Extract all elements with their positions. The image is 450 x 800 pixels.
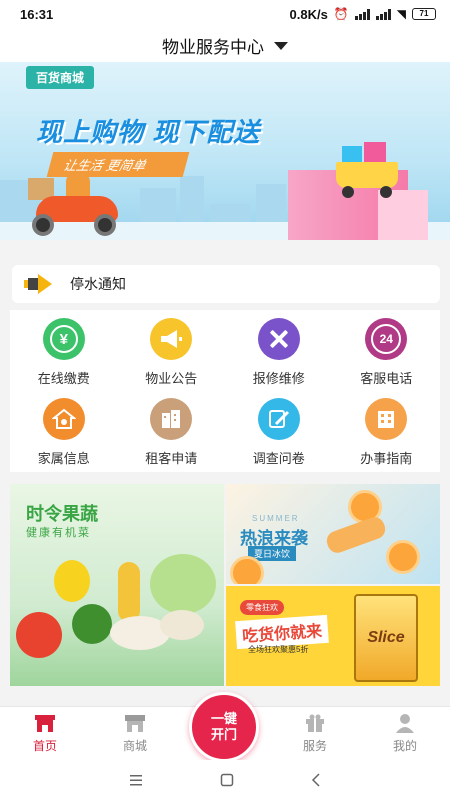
nav-label: 商城	[122, 739, 147, 753]
nav-home[interactable]: 首页	[0, 707, 90, 760]
app-screen: 16:31 0.8K/s ⏰ ◥ 71 物业服务中心 百货商城 现上购物 现下配…	[0, 0, 450, 800]
banner-tag: 百货商城	[26, 66, 95, 89]
system-nav-bar	[0, 760, 450, 800]
menu-icon[interactable]	[128, 774, 144, 786]
shopping-cart-icon	[330, 142, 404, 198]
pencil-icon	[257, 398, 300, 440]
store-icon	[125, 715, 145, 732]
nav-label: 服务	[302, 739, 327, 753]
megaphone-icon	[150, 318, 193, 360]
building-icon	[150, 398, 193, 440]
house-heart-icon	[42, 398, 85, 440]
broccoli-image	[72, 604, 112, 644]
wifi-icon: ◥	[396, 7, 406, 21]
fab-line1: 一键	[210, 711, 237, 726]
service-hotline[interactable]: 24 客服电话	[333, 310, 441, 390]
promo-summer-drinks[interactable]: SUMMER 热浪来袭 夏日冰饮	[226, 484, 440, 584]
page-title: 物业服务中心	[162, 37, 264, 57]
network-speed: 0.8K/s	[289, 6, 328, 22]
nav-label: 我的	[392, 739, 417, 753]
alarm-icon: ⏰	[333, 7, 349, 21]
service-tenant-application[interactable]: 租客申请	[118, 390, 226, 470]
status-bar: 16:31 0.8K/s ⏰ ◥ 71	[0, 0, 450, 28]
home-icon	[35, 715, 55, 732]
home-square-icon[interactable]	[220, 773, 234, 787]
chips-bag-image: Slice	[354, 594, 418, 682]
promo-fresh-produce[interactable]: 时令果蔬 健康有机菜	[10, 484, 224, 686]
banner-title: 现上购物 现下配送	[36, 117, 261, 147]
service-label: 办事指南	[360, 451, 413, 466]
tools-icon	[257, 318, 300, 360]
promo-snacks[interactable]: 零食狂欢 吃货你就来 全场狂欢聚惠5折 Slice	[226, 586, 440, 686]
service-survey[interactable]: 调查问卷	[225, 390, 333, 470]
signal-icon	[354, 8, 370, 20]
service-announcement[interactable]: 物业公告	[118, 310, 226, 390]
speaker-icon	[24, 272, 58, 296]
notice-text: 停水通知	[70, 276, 126, 292]
yuan-icon: ¥	[42, 318, 85, 360]
corn-image	[118, 562, 140, 622]
pepper-image	[54, 560, 90, 602]
service-label: 客服电话	[360, 371, 413, 386]
promo-small-label: SUMMER	[252, 514, 300, 523]
service-label: 报修维修	[252, 371, 305, 386]
promo-subtitle: 全场狂欢聚惠5折	[248, 645, 309, 654]
orange-slice-image-3	[230, 556, 264, 584]
nav-service[interactable]: 服务	[270, 707, 360, 760]
orange-slice-image-2	[386, 540, 420, 574]
person-icon	[396, 714, 414, 733]
service-label: 在线缴费	[37, 371, 90, 386]
service-label: 调查问卷	[252, 451, 305, 466]
service-online-payment[interactable]: ¥ 在线缴费	[10, 310, 118, 390]
promo-section: 时令果蔬 健康有机菜 SUMMER 热浪来袭 夏日冰饮 零食狂欢 吃货你就来 全…	[10, 484, 440, 686]
service-label: 家属信息	[37, 451, 90, 466]
service-label: 物业公告	[145, 371, 198, 386]
status-time: 16:31	[20, 6, 54, 22]
fab-line2: 开门	[210, 727, 237, 742]
one-key-open-door-button[interactable]: 一键 开门	[189, 692, 259, 762]
nav-mall[interactable]: 商城	[90, 707, 180, 760]
promo-subtitle: 健康有机菜	[26, 527, 91, 539]
status-icons: 0.8K/s ⏰ ◥ 71	[289, 6, 436, 22]
cabbage-image	[150, 554, 216, 614]
guide-building-icon	[365, 398, 408, 440]
battery-icon: 71	[412, 8, 436, 20]
phone-24-icon: 24	[365, 318, 408, 360]
location-selector[interactable]: 物业服务中心	[0, 28, 450, 62]
promo-title: 时令果蔬	[26, 504, 98, 524]
promo-banner[interactable]: 百货商城 现上购物 现下配送 让生活 更简单	[0, 62, 450, 240]
promo-tag: 零食狂欢	[240, 600, 284, 615]
tomato-image	[16, 612, 62, 658]
notice-bar[interactable]: 停水通知	[12, 265, 440, 303]
service-family-info[interactable]: 家属信息	[10, 390, 118, 470]
service-guide[interactable]: 办事指南	[333, 390, 441, 470]
caret-down-icon	[274, 42, 288, 50]
service-repair[interactable]: 报修维修	[225, 310, 333, 390]
nav-mine[interactable]: 我的	[360, 707, 450, 760]
mushroom-image-2	[160, 610, 204, 640]
service-grid: ¥ 在线缴费 物业公告 报修维修 24 客服电话 家属信息 租客申请 调查问卷 …	[10, 310, 440, 472]
nav-label: 首页	[32, 739, 57, 753]
signal-icon-2	[375, 8, 391, 20]
gift-icon	[306, 714, 324, 732]
service-label: 租客申请	[145, 451, 198, 466]
delivery-scooter-illustration	[28, 172, 128, 236]
back-icon[interactable]	[310, 773, 322, 787]
